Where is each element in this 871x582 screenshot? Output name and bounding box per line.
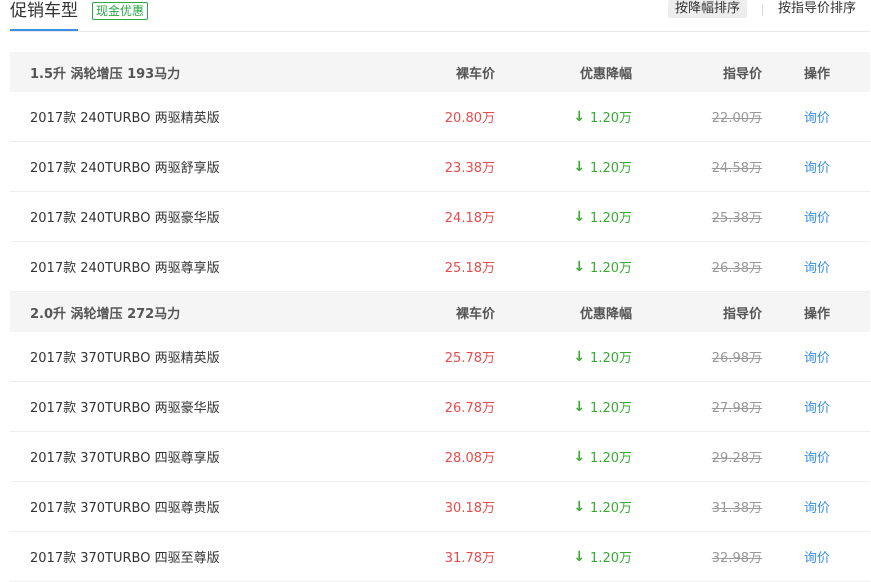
discount-amount: ↓ 1.20万 xyxy=(573,242,632,291)
arrow-down-icon: ↓ xyxy=(573,448,586,465)
column-header-action: 操作 xyxy=(804,66,831,82)
table-row: 2017款 240TURBO 两驱尊享版 25.18万 ↓ 1.20万 26.38… xyxy=(10,242,870,292)
discount-amount: ↓ 1.20万 xyxy=(573,142,632,191)
promo-header: 促销车型 现金优惠 按降幅排序 按指导价排序 xyxy=(0,0,871,32)
sort-divider xyxy=(762,4,763,16)
table-row: 2017款 370TURBO 四驱尊贵版 30.18万 ↓ 1.20万 31.38… xyxy=(10,482,870,532)
net-price: 25.18万 xyxy=(444,261,495,276)
column-header-guide-price: 指导价 xyxy=(722,66,762,82)
inquiry-link[interactable]: 询价 xyxy=(804,142,830,191)
table-row: 2017款 240TURBO 两驱豪华版 24.18万 ↓ 1.20万 25.38… xyxy=(10,192,870,242)
discount-amount: ↓ 1.20万 xyxy=(573,532,632,581)
header-divider xyxy=(10,31,870,32)
engine-group-label: 1.5升 涡轮增压 193马力 xyxy=(30,66,181,82)
discount-value: 1.20万 xyxy=(590,211,632,226)
inquiry-link[interactable]: 询价 xyxy=(804,192,830,241)
discount-amount: ↓ 1.20万 xyxy=(573,382,632,431)
cash-discount-badge: 现金优惠 xyxy=(92,2,149,20)
model-name: 2017款 370TURBO 两驱豪华版 xyxy=(30,401,220,416)
inquiry-link[interactable]: 询价 xyxy=(804,332,830,381)
table-row: 2017款 240TURBO 两驱舒享版 23.38万 ↓ 1.20万 24.58… xyxy=(10,142,870,192)
table-row: 2017款 370TURBO 四驱尊享版 28.08万 ↓ 1.20万 29.28… xyxy=(10,432,870,482)
arrow-down-icon: ↓ xyxy=(573,498,586,515)
guide-price: 32.98万 xyxy=(711,551,762,566)
arrow-down-icon: ↓ xyxy=(573,158,586,175)
column-header-net-price: 裸车价 xyxy=(455,306,495,322)
net-price: 28.08万 xyxy=(444,451,495,466)
model-name: 2017款 240TURBO 两驱豪华版 xyxy=(30,211,220,226)
arrow-down-icon: ↓ xyxy=(573,108,586,125)
net-price: 30.18万 xyxy=(444,501,495,516)
model-name: 2017款 370TURBO 四驱尊贵版 xyxy=(30,501,220,516)
net-price: 31.78万 xyxy=(444,551,495,566)
arrow-down-icon: ↓ xyxy=(573,398,586,415)
discount-value: 1.20万 xyxy=(590,501,632,516)
inquiry-link[interactable]: 询价 xyxy=(804,382,830,431)
inquiry-link[interactable]: 询价 xyxy=(804,482,830,531)
guide-price: 22.00万 xyxy=(711,111,762,126)
discount-amount: ↓ 1.20万 xyxy=(573,482,632,531)
engine-group-label: 2.0升 涡轮增压 272马力 xyxy=(30,306,181,322)
model-name: 2017款 240TURBO 两驱精英版 xyxy=(30,111,220,126)
page-title: 促销车型 xyxy=(10,0,78,31)
discount-value: 1.20万 xyxy=(590,351,632,366)
inquiry-link[interactable]: 询价 xyxy=(804,532,830,581)
sort-by-guide-price-button[interactable]: 按指导价排序 xyxy=(771,0,863,18)
net-price: 23.38万 xyxy=(444,161,495,176)
price-table: 1.5升 涡轮增压 193马力 裸车价 优惠降幅 指导价 操作 2017款 24… xyxy=(10,52,870,582)
table-row: 2017款 240TURBO 两驱精英版 20.80万 ↓ 1.20万 22.00… xyxy=(10,92,870,142)
model-name: 2017款 240TURBO 两驱舒享版 xyxy=(30,161,220,176)
sort-by-discount-button[interactable]: 按降幅排序 xyxy=(668,0,748,18)
net-price: 25.78万 xyxy=(444,351,495,366)
table-row: 2017款 370TURBO 两驱豪华版 26.78万 ↓ 1.20万 27.98… xyxy=(10,382,870,432)
inquiry-link[interactable]: 询价 xyxy=(804,242,830,291)
group-header-row: 2.0升 涡轮增压 272马力 裸车价 优惠降幅 指导价 操作 xyxy=(10,292,870,332)
model-name: 2017款 370TURBO 两驱精英版 xyxy=(30,351,220,366)
inquiry-link[interactable]: 询价 xyxy=(804,432,830,481)
guide-price: 26.38万 xyxy=(711,261,762,276)
discount-value: 1.20万 xyxy=(590,401,632,416)
discount-value: 1.20万 xyxy=(590,551,632,566)
guide-price: 29.28万 xyxy=(711,451,762,466)
discount-amount: ↓ 1.20万 xyxy=(573,432,632,481)
model-name: 2017款 370TURBO 四驱尊享版 xyxy=(30,451,220,466)
guide-price: 25.38万 xyxy=(711,211,762,226)
model-name: 2017款 370TURBO 四驱至尊版 xyxy=(30,551,220,566)
guide-price: 26.98万 xyxy=(711,351,762,366)
net-price: 20.80万 xyxy=(444,111,495,126)
arrow-down-icon: ↓ xyxy=(573,348,586,365)
net-price: 24.18万 xyxy=(444,211,495,226)
discount-amount: ↓ 1.20万 xyxy=(573,332,632,381)
discount-amount: ↓ 1.20万 xyxy=(573,192,632,241)
guide-price: 27.98万 xyxy=(711,401,762,416)
column-header-action: 操作 xyxy=(804,306,831,322)
column-header-discount: 优惠降幅 xyxy=(579,306,632,322)
arrow-down-icon: ↓ xyxy=(573,548,586,565)
discount-value: 1.20万 xyxy=(590,111,632,126)
column-header-net-price: 裸车价 xyxy=(455,66,495,82)
column-header-discount: 优惠降幅 xyxy=(579,66,632,82)
table-row: 2017款 370TURBO 四驱至尊版 31.78万 ↓ 1.20万 32.98… xyxy=(10,532,870,582)
column-header-guide-price: 指导价 xyxy=(722,306,762,322)
discount-value: 1.20万 xyxy=(590,161,632,176)
discount-amount: ↓ 1.20万 xyxy=(573,92,632,141)
guide-price: 31.38万 xyxy=(711,501,762,516)
model-name: 2017款 240TURBO 两驱尊享版 xyxy=(30,261,220,276)
arrow-down-icon: ↓ xyxy=(573,208,586,225)
inquiry-link[interactable]: 询价 xyxy=(804,92,830,141)
net-price: 26.78万 xyxy=(444,401,495,416)
group-header-row: 1.5升 涡轮增压 193马力 裸车价 优惠降幅 指导价 操作 xyxy=(10,52,870,92)
table-row: 2017款 370TURBO 两驱精英版 25.78万 ↓ 1.20万 26.98… xyxy=(10,332,870,382)
arrow-down-icon: ↓ xyxy=(573,258,586,275)
guide-price: 24.58万 xyxy=(711,161,762,176)
discount-value: 1.20万 xyxy=(590,451,632,466)
discount-value: 1.20万 xyxy=(590,261,632,276)
